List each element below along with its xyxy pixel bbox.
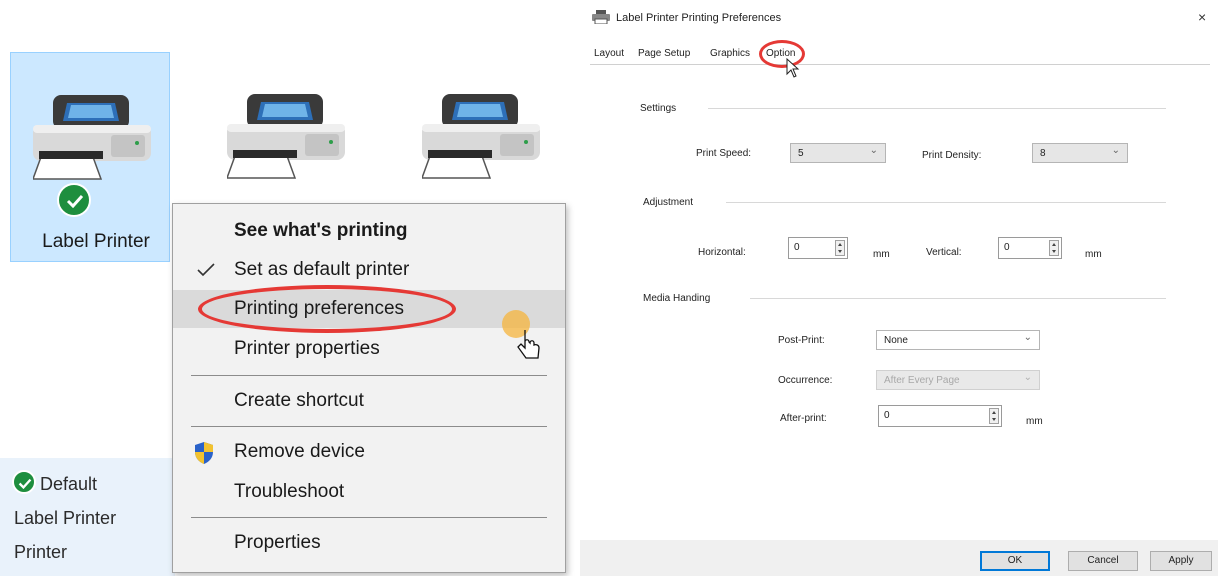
check-circle-icon	[12, 470, 36, 494]
menu-item-troubleshoot[interactable]: Troubleshoot	[173, 473, 565, 511]
horizontal-value: 0	[794, 242, 800, 253]
highlight-circle	[198, 285, 456, 333]
chevron-down-icon: ⌄	[1111, 145, 1120, 156]
ok-button[interactable]: OK	[980, 551, 1050, 571]
vertical-unit: mm	[1085, 249, 1102, 260]
vertical-value: 0	[1004, 242, 1010, 253]
printing-preferences-dialog: Label Printer Printing Preferences × Lay…	[580, 0, 1218, 576]
horizontal-label: Horizontal:	[698, 247, 746, 258]
group-divider	[708, 108, 1166, 109]
context-menu: See what's printing Set as default print…	[172, 203, 566, 573]
tab-graphics[interactable]: Graphics	[706, 44, 754, 64]
menu-item-label: Set as default printer	[234, 259, 410, 280]
printer-icon	[592, 10, 610, 24]
menu-separator	[191, 517, 547, 518]
chevron-down-icon: ⌄	[869, 145, 878, 156]
spinner-arrows-icon[interactable]	[989, 408, 999, 424]
check-circle-icon	[57, 183, 91, 217]
tab-strip-divider	[590, 64, 1210, 65]
dialog-title: Label Printer Printing Preferences	[616, 12, 782, 24]
printer-tile-label-printer[interactable]: Label Printer	[10, 52, 170, 262]
menu-item-properties[interactable]: Properties	[173, 524, 565, 562]
printer-name-label: Label Printer	[42, 231, 150, 252]
after-print-unit: mm	[1026, 416, 1043, 427]
print-speed-label: Print Speed:	[696, 148, 752, 159]
print-speed-value: 5	[798, 148, 804, 159]
after-print-label: After-print:	[780, 413, 827, 424]
shield-icon	[195, 442, 213, 464]
print-speed-select[interactable]: 5 ⌄	[790, 143, 886, 163]
horizontal-spinner[interactable]: 0	[788, 237, 848, 259]
settings-group-title: Settings	[640, 103, 677, 114]
occurrence-value: After Every Page	[884, 375, 960, 386]
post-print-select[interactable]: None ⌄	[876, 330, 1040, 350]
printer-icon	[227, 94, 345, 179]
menu-item-see-whats-printing[interactable]: See what's printing	[173, 212, 565, 250]
vertical-label: Vertical:	[926, 247, 962, 258]
print-density-label: Print Density:	[922, 150, 982, 161]
apply-button[interactable]: Apply	[1150, 551, 1212, 571]
chevron-down-icon: ⌄	[1023, 372, 1032, 383]
close-button[interactable]: ×	[1198, 9, 1206, 25]
details-category: Printer	[14, 542, 68, 562]
mouse-pointer-icon	[786, 58, 800, 78]
vertical-spinner[interactable]: 0	[998, 237, 1062, 259]
menu-item-label: Troubleshoot	[234, 481, 345, 502]
printer-icon	[422, 94, 540, 179]
devices-and-printers-panel: Label Printer Default Label Printer Prin…	[0, 0, 580, 576]
occurrence-select[interactable]: After Every Page ⌄	[876, 370, 1040, 390]
chevron-down-icon: ⌄	[1023, 332, 1032, 343]
details-pane: Default Label Printer Printer	[0, 458, 175, 576]
adjustment-group-title: Adjustment	[643, 197, 694, 208]
menu-item-label: Create shortcut	[234, 390, 364, 411]
menu-separator	[191, 375, 547, 376]
details-status: Default	[40, 474, 98, 494]
post-print-label: Post-Print:	[778, 335, 825, 346]
mouse-pointer-icon	[517, 330, 540, 359]
menu-item-label: Properties	[234, 532, 321, 553]
printer-icon	[33, 95, 151, 180]
post-print-value: None	[884, 335, 908, 346]
menu-item-label: Remove device	[234, 441, 365, 462]
media-handing-group-title: Media Handing	[643, 293, 711, 304]
menu-item-remove-device[interactable]: Remove device	[173, 433, 565, 471]
occurrence-label: Occurrence:	[778, 375, 833, 386]
print-density-select[interactable]: 8 ⌄	[1032, 143, 1128, 163]
menu-item-set-default[interactable]: Set as default printer	[173, 251, 565, 289]
details-name: Label Printer	[14, 508, 117, 528]
tab-page-setup[interactable]: Page Setup	[634, 44, 694, 64]
checkmark-icon	[197, 263, 215, 277]
menu-item-label: See what's printing	[234, 220, 408, 241]
tab-layout[interactable]: Layout	[590, 44, 628, 64]
group-divider	[726, 202, 1166, 203]
cancel-button[interactable]: Cancel	[1068, 551, 1138, 571]
menu-item-label: Printer properties	[234, 338, 380, 359]
after-print-spinner[interactable]: 0	[878, 405, 1002, 427]
group-divider	[750, 298, 1166, 299]
menu-item-printer-properties[interactable]: Printer properties	[173, 330, 565, 368]
menu-item-create-shortcut[interactable]: Create shortcut	[173, 382, 565, 420]
spinner-arrows-icon[interactable]	[1049, 240, 1059, 256]
horizontal-unit: mm	[873, 249, 890, 260]
menu-separator	[191, 426, 547, 427]
print-density-value: 8	[1040, 148, 1046, 159]
spinner-arrows-icon[interactable]	[835, 240, 845, 256]
after-print-value: 0	[884, 410, 890, 421]
